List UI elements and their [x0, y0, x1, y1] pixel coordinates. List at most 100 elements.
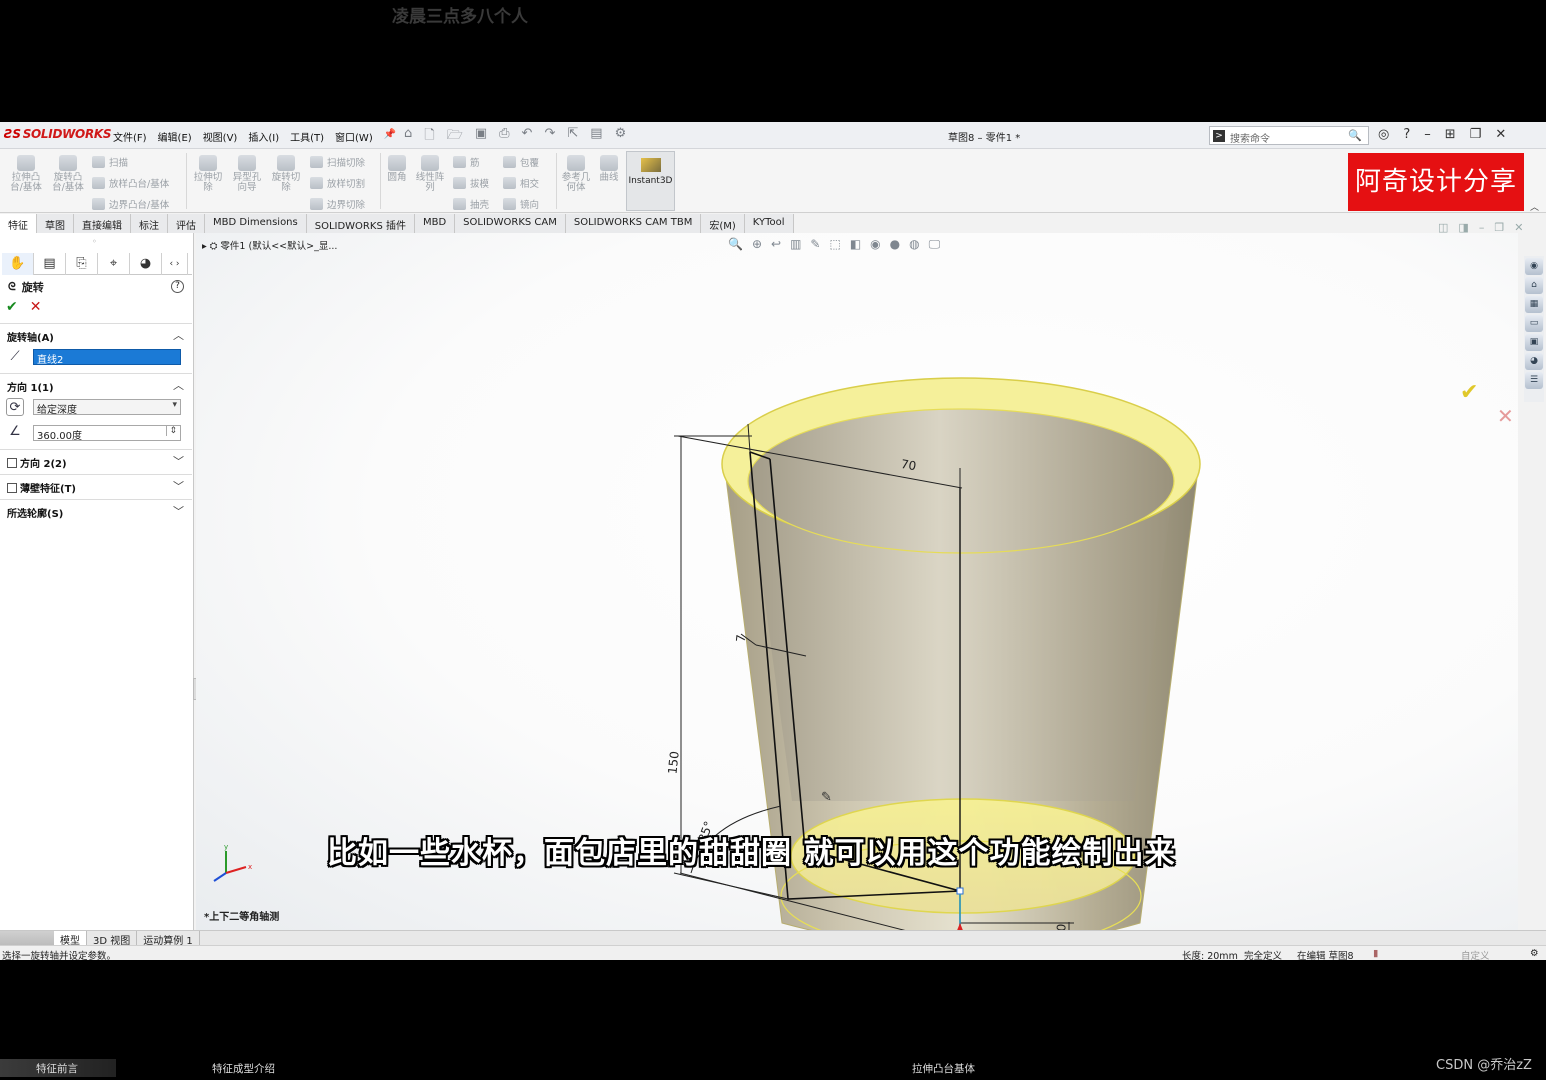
design-library-icon[interactable]: ⌂ [1525, 277, 1543, 294]
display-manager-tab-icon[interactable]: ◕ [130, 253, 162, 275]
tab-cam[interactable]: SOLIDWORKS CAM [455, 214, 566, 233]
property-manager-tab-icon[interactable]: ▤ [34, 253, 66, 275]
feature-manager-tab-icon[interactable]: ✋ [2, 253, 34, 275]
extrude-boss-button[interactable]: 拉伸凸台/基体 [6, 155, 46, 193]
tab-addins[interactable]: SOLIDWORKS 插件 [306, 214, 415, 233]
tab-sketch[interactable]: 草图 [37, 214, 74, 233]
tab-model[interactable]: 模型 [54, 931, 87, 947]
rebuild-indicator-icon[interactable]: ▮ [1373, 948, 1378, 959]
minimize-icon[interactable]: – [1424, 127, 1431, 142]
tab-scroll-arrows-icon[interactable]: ‹ › [162, 253, 188, 275]
menu-window[interactable]: 窗口(W) [335, 129, 373, 144]
file-explorer-icon[interactable]: ▦ [1525, 296, 1543, 313]
fillet-button[interactable]: 圆角 [384, 155, 410, 183]
shell-button[interactable]: 抽壳 [453, 197, 489, 211]
rebuild-icon[interactable]: ▤ [590, 126, 602, 148]
collapse-ribbon-icon[interactable]: ︿ [1530, 200, 1539, 213]
graphics-viewport[interactable]: ▸ ⛭ 零件1 (默认<<默认>_显... 🔍 ⊕ ↩ ▥ ✎ ⬚ ◧ ◉ ● … [196, 233, 1518, 930]
swept-cut-button[interactable]: 扫描切除 [310, 155, 365, 169]
tab-direct-editing[interactable]: 直接编辑 [74, 214, 131, 233]
new-file-icon[interactable]: 🗋 [424, 126, 434, 148]
panel-splitter-grip[interactable]: ◦ [92, 237, 97, 246]
chapter-3[interactable]: 拉伸凸台基体 [912, 1061, 975, 1076]
spinner-icon[interactable]: ⇕ [166, 426, 177, 436]
menu-file[interactable]: 文件(F) [113, 129, 147, 144]
boundary-cut-button[interactable]: 边界切除 [310, 197, 365, 211]
tab-evaluate[interactable]: 评估 [168, 214, 205, 233]
direction1-section[interactable]: 方向 1(1) ︿ [0, 373, 192, 395]
tab-mbd[interactable]: MBD [414, 214, 456, 233]
menu-insert[interactable]: 插入(I) [248, 129, 279, 144]
tab-cam-tbm[interactable]: SOLIDWORKS CAM TBM [565, 214, 702, 233]
loft-boss-button[interactable]: 放样凸台/基体 [92, 176, 169, 190]
custom-properties-icon[interactable]: ☰ [1525, 372, 1543, 389]
tab-kytool[interactable]: KYTool [744, 214, 794, 233]
draft-button[interactable]: 拔模 [453, 176, 489, 190]
menu-edit[interactable]: 编辑(E) [158, 129, 192, 144]
tab-mbd-dimensions[interactable]: MBD Dimensions [205, 214, 307, 233]
save-icon[interactable]: ▣ [475, 126, 487, 148]
search-commands-input[interactable]: > 搜索命令 🔍 [1209, 126, 1369, 145]
thin-feature-section[interactable]: 薄壁特征(T) ﹀ [0, 474, 192, 496]
close-icon[interactable]: ✕ [1495, 127, 1506, 142]
help-icon[interactable]: ? [171, 280, 184, 293]
menu-view[interactable]: 视图(V) [203, 129, 238, 144]
linear-pattern-button[interactable]: 线性阵列 [414, 155, 446, 193]
tab-features[interactable]: 特征 [0, 214, 37, 233]
axis-of-revolution-section[interactable]: 旋转轴(A) ︿ [0, 323, 192, 345]
wrap-button[interactable]: 包覆 [503, 155, 539, 169]
tab-motion-study[interactable]: 运动算例 1 [137, 931, 200, 947]
rib-button[interactable]: 筋 [453, 155, 480, 169]
mirror-button[interactable]: 镜向 [503, 197, 539, 211]
solidworks-resources-icon[interactable]: ◉ [1525, 258, 1543, 275]
solidworks-logo[interactable]: ƧS SOLIDWORKS [4, 127, 112, 141]
thin-feature-checkbox[interactable] [7, 483, 17, 493]
redo-icon[interactable]: ↷ [544, 126, 555, 148]
end-condition-select[interactable]: 给定深度 ▾ [33, 399, 181, 416]
lofted-cut-button[interactable]: 放样切割 [310, 176, 365, 190]
revolve-boss-button[interactable]: 旋转凸台/基体 [48, 155, 88, 193]
chapter-2[interactable]: 特征成型介绍 [212, 1061, 275, 1076]
ok-check-icon[interactable]: ✔ [6, 299, 18, 315]
boundary-boss-button[interactable]: 边界凸台/基体 [92, 197, 169, 211]
status-settings-icon[interactable]: ⚙ [1530, 948, 1539, 959]
reference-geometry-button[interactable]: 参考几何体 [560, 155, 592, 193]
curves-button[interactable]: 曲线 [595, 155, 623, 183]
direction2-checkbox[interactable] [7, 458, 17, 468]
print-icon[interactable]: ⎙ [499, 126, 509, 148]
dimxpert-tab-icon[interactable]: ⌖ [98, 253, 130, 275]
open-file-icon[interactable]: 🗁 [447, 126, 463, 148]
selected-contours-section[interactable]: 所选轮廓(S) ﹀ [0, 499, 192, 521]
appearances-icon[interactable]: ◕ [1525, 353, 1543, 370]
tab-3d-views[interactable]: 3D 视图 [87, 931, 138, 947]
menu-tools[interactable]: 工具(T) [290, 129, 324, 144]
instant3d-button[interactable]: Instant3D [626, 151, 675, 211]
options-gear-icon[interactable]: ⚙ [615, 126, 627, 148]
tab-nav-arrows-icon[interactable] [0, 931, 54, 945]
pin-icon[interactable]: 📌 [384, 129, 396, 144]
revolve-cut-button[interactable]: 旋转切除 [268, 155, 304, 193]
folder-icon[interactable]: ▭ [1525, 315, 1543, 332]
sweep-button[interactable]: 扫描 [92, 155, 128, 169]
cancel-x-icon[interactable]: ✕ [30, 299, 42, 315]
user-icon[interactable]: ◎ [1378, 127, 1389, 142]
confirmation-corner-ok-icon[interactable]: ✔ [1460, 380, 1478, 405]
hole-wizard-button[interactable]: 异型孔向导 [229, 155, 265, 193]
reverse-direction-icon[interactable]: ⟳ [6, 398, 24, 416]
search-icon[interactable]: 🔍 [1348, 129, 1362, 142]
confirmation-corner-cancel-icon[interactable]: ✕ [1497, 404, 1514, 428]
angle-input[interactable]: 360.00度 ⇕ [33, 425, 181, 442]
restore-icon[interactable]: ❐ [1470, 127, 1482, 142]
direction2-section[interactable]: 方向 2(2) ﹀ [0, 449, 192, 471]
view-palette-icon[interactable]: ▣ [1525, 334, 1543, 351]
help-icon[interactable]: ? [1403, 127, 1410, 142]
unit-system-select[interactable]: 自定义 [1461, 948, 1490, 960]
extrude-cut-button[interactable]: 拉伸切除 [190, 155, 226, 193]
tab-macro[interactable]: 宏(M) [701, 214, 745, 233]
tile-icon[interactable]: ⊞ [1445, 127, 1456, 142]
select-icon[interactable]: ⇱ [567, 126, 578, 148]
axis-selection-field[interactable]: 直线2 [33, 349, 181, 366]
intersect-button[interactable]: 相交 [503, 176, 539, 190]
configuration-manager-tab-icon[interactable]: ⎘ [66, 253, 98, 275]
undo-icon[interactable]: ↶ [522, 126, 533, 148]
